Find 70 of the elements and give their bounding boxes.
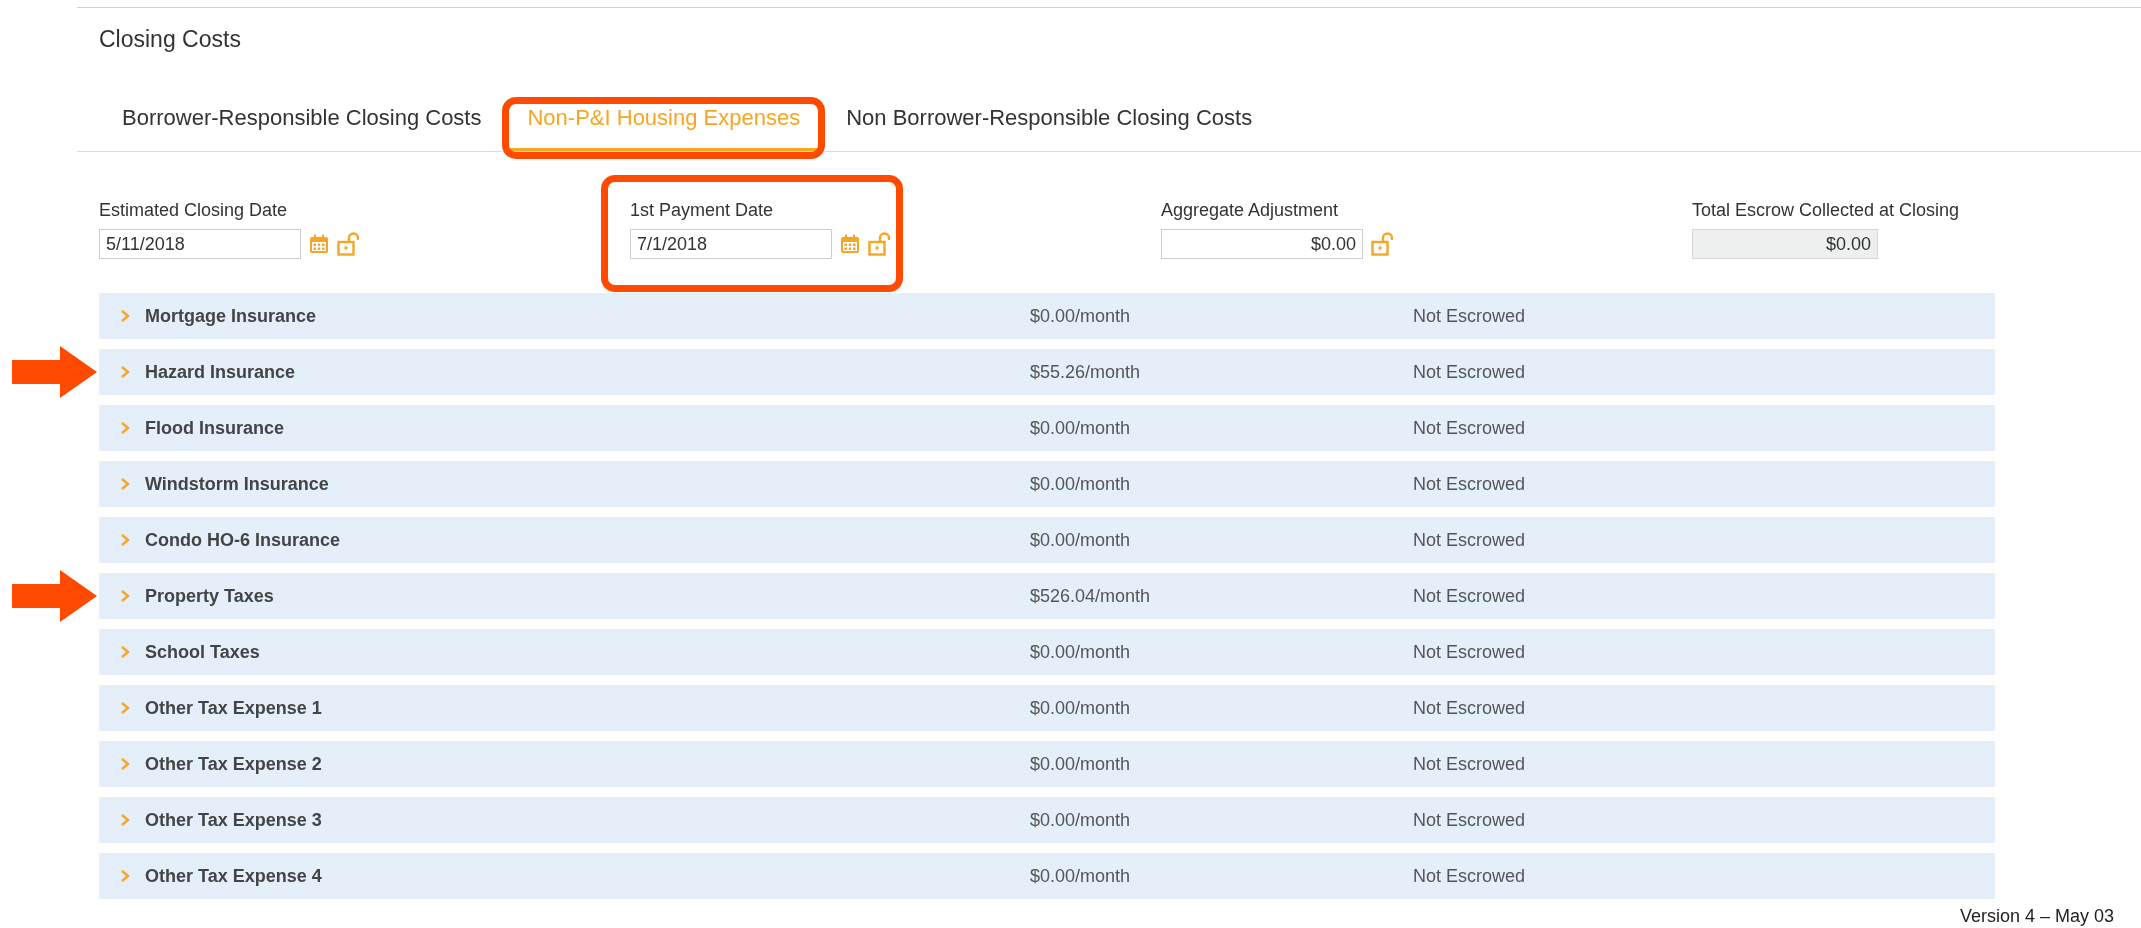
expense-amount: $0.00/month — [1030, 529, 1132, 551]
expense-name: Windstorm Insurance — [145, 473, 330, 495]
expense-amount: $526.04/month — [1030, 585, 1152, 607]
chevron-icon[interactable] — [119, 589, 131, 603]
expense-name: School Taxes — [145, 641, 261, 663]
expense-name: Other Tax Expense 3 — [145, 809, 323, 831]
tab[interactable]: Borrower-Responsible Closing Costs — [99, 89, 505, 151]
total-field[interactable]: $0.00 — [1692, 229, 1878, 259]
chevron-icon[interactable] — [119, 813, 131, 827]
chevron-icon[interactable] — [119, 533, 131, 547]
expense-amount: $0.00/month — [1030, 305, 1132, 327]
expense-name: Flood Insurance — [145, 417, 286, 439]
expense-name: Mortgage Insurance — [145, 305, 318, 327]
expense-amount: $0.00/month — [1030, 641, 1132, 663]
field-label: Total Escrow Collected at Closing — [1692, 200, 1960, 221]
unlock-icon[interactable] — [337, 232, 359, 256]
amount-field[interactable]: $0.00 — [1161, 229, 1363, 259]
expense-row[interactable]: Other Tax Expense 1 $0.00/month Not Escrowed — [99, 685, 1995, 731]
calendar-icon[interactable] — [840, 234, 860, 254]
expense-name: Other Tax Expense 1 — [145, 697, 323, 719]
chevron-icon[interactable] — [119, 365, 131, 379]
date-field[interactable]: 7/1/2018 — [630, 229, 832, 259]
expense-name: Condo HO-6 Insurance — [145, 529, 342, 551]
escrow-status: Not Escrowed — [1413, 641, 1526, 663]
expense-row[interactable]: Flood Insurance $0.00/month Not Escrowed — [99, 405, 1995, 451]
escrow-status: Not Escrowed — [1413, 809, 1526, 831]
date-field[interactable]: 5/11/2018 — [99, 229, 301, 259]
expense-row[interactable]: Condo HO-6 Insurance $0.00/month Not Escrowed — [99, 517, 1995, 563]
escrow-status: Not Escrowed — [1413, 753, 1526, 775]
version-label: Version 4 – May 03 — [1960, 906, 2115, 927]
section-title: Closing Costs — [99, 26, 241, 53]
field-label: 1st Payment Date — [630, 200, 775, 221]
expense-name: Other Tax Expense 2 — [145, 753, 323, 775]
chevron-icon[interactable] — [119, 309, 131, 323]
expense-amount: $55.26/month — [1030, 361, 1142, 383]
chevron-icon[interactable] — [119, 869, 131, 883]
chevron-icon[interactable] — [119, 757, 131, 771]
chevron-icon[interactable] — [119, 477, 131, 491]
expense-amount: $0.00/month — [1030, 865, 1132, 887]
expense-amount: $0.00/month — [1030, 473, 1132, 495]
tab[interactable]: Non Borrower-Responsible Closing Costs — [823, 89, 1276, 151]
expense-row[interactable]: Windstorm Insurance $0.00/month Not Escrowed — [99, 461, 1995, 507]
expense-row[interactable]: Other Tax Expense 4 $0.00/month Not Escrowed — [99, 853, 1995, 899]
expense-row[interactable]: Other Tax Expense 3 $0.00/month Not Escrowed — [99, 797, 1995, 843]
expense-name: Property Taxes — [145, 585, 275, 607]
chevron-icon[interactable] — [119, 701, 131, 715]
escrow-status: Not Escrowed — [1413, 305, 1526, 327]
field-label: Estimated Closing Date — [99, 200, 289, 221]
unlock-icon[interactable] — [1371, 232, 1393, 256]
chevron-icon[interactable] — [119, 421, 131, 435]
expense-row[interactable]: Mortgage Insurance $0.00/month Not Escrowed — [99, 293, 1995, 339]
chevron-icon[interactable] — [119, 645, 131, 659]
expense-amount: $0.00/month — [1030, 809, 1132, 831]
expense-amount: $0.00/month — [1030, 753, 1132, 775]
escrow-status: Not Escrowed — [1413, 473, 1526, 495]
escrow-status: Not Escrowed — [1413, 697, 1526, 719]
unlock-icon[interactable] — [868, 232, 890, 256]
expense-name: Other Tax Expense 4 — [145, 865, 323, 887]
escrow-status: Not Escrowed — [1413, 529, 1526, 551]
expense-row[interactable]: School Taxes $0.00/month Not Escrowed — [99, 629, 1995, 675]
expense-row[interactable]: Other Tax Expense 2 $0.00/month Not Escrowed — [99, 741, 1995, 787]
expense-amount: $0.00/month — [1030, 417, 1132, 439]
escrow-status: Not Escrowed — [1413, 417, 1526, 439]
escrow-status: Not Escrowed — [1413, 361, 1526, 383]
calendar-icon[interactable] — [309, 234, 329, 254]
expense-name: Hazard Insurance — [145, 361, 297, 383]
expense-amount: $0.00/month — [1030, 697, 1132, 719]
escrow-status: Not Escrowed — [1413, 865, 1526, 887]
field-label: Aggregate Adjustment — [1161, 200, 1340, 221]
escrow-status: Not Escrowed — [1413, 585, 1526, 607]
